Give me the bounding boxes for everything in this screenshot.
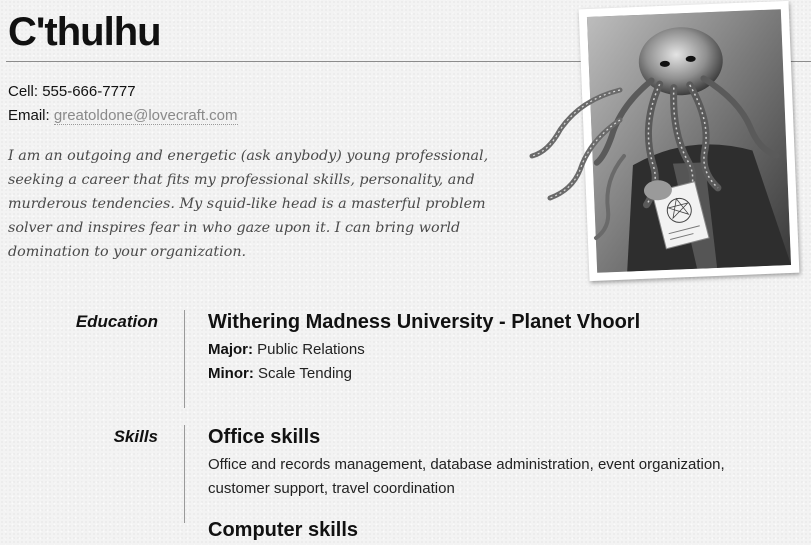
major-label: Major:: [208, 341, 253, 358]
email-link[interactable]: greatoldone@lovecraft.com: [53, 107, 238, 125]
email-label: Email:: [8, 107, 50, 124]
portrait-image: [586, 9, 792, 273]
skills-divider: [184, 425, 185, 523]
email-line: Email: greatoldone@lovecraft.com: [8, 104, 238, 128]
cell-label: Cell:: [8, 83, 39, 100]
cell-value: 555-666-7777: [42, 83, 136, 100]
education-section-label: Education: [75, 312, 158, 331]
objective-statement: I am an outgoing and energetic (ask anyb…: [8, 148, 489, 260]
education-school: Withering Madness University - Planet Vh…: [208, 311, 641, 333]
office-skills-text: Office and records management, database …: [208, 456, 725, 497]
computer-skills-title: Computer skills: [208, 519, 359, 541]
minor-line: Minor: Scale Tending: [208, 362, 365, 386]
contact-info: Cell: 555-666-7777 Email: greatoldone@lo…: [8, 80, 238, 128]
resume-name: C'thulhu: [8, 10, 162, 54]
major-line: Major: Public Relations: [208, 338, 365, 362]
cthulhu-portrait-photo: [578, 0, 800, 282]
skills-section-label: Skills: [113, 427, 158, 446]
cell-line: Cell: 555-666-7777: [8, 80, 238, 104]
minor-value: Scale Tending: [258, 365, 352, 382]
major-value: Public Relations: [257, 341, 365, 358]
minor-label: Minor:: [208, 365, 254, 382]
cthulhu-portrait-icon: [586, 9, 792, 273]
education-divider: [184, 310, 185, 408]
education-details: Major: Public Relations Minor: Scale Ten…: [208, 338, 365, 386]
office-skills-title: Office skills: [208, 426, 321, 448]
